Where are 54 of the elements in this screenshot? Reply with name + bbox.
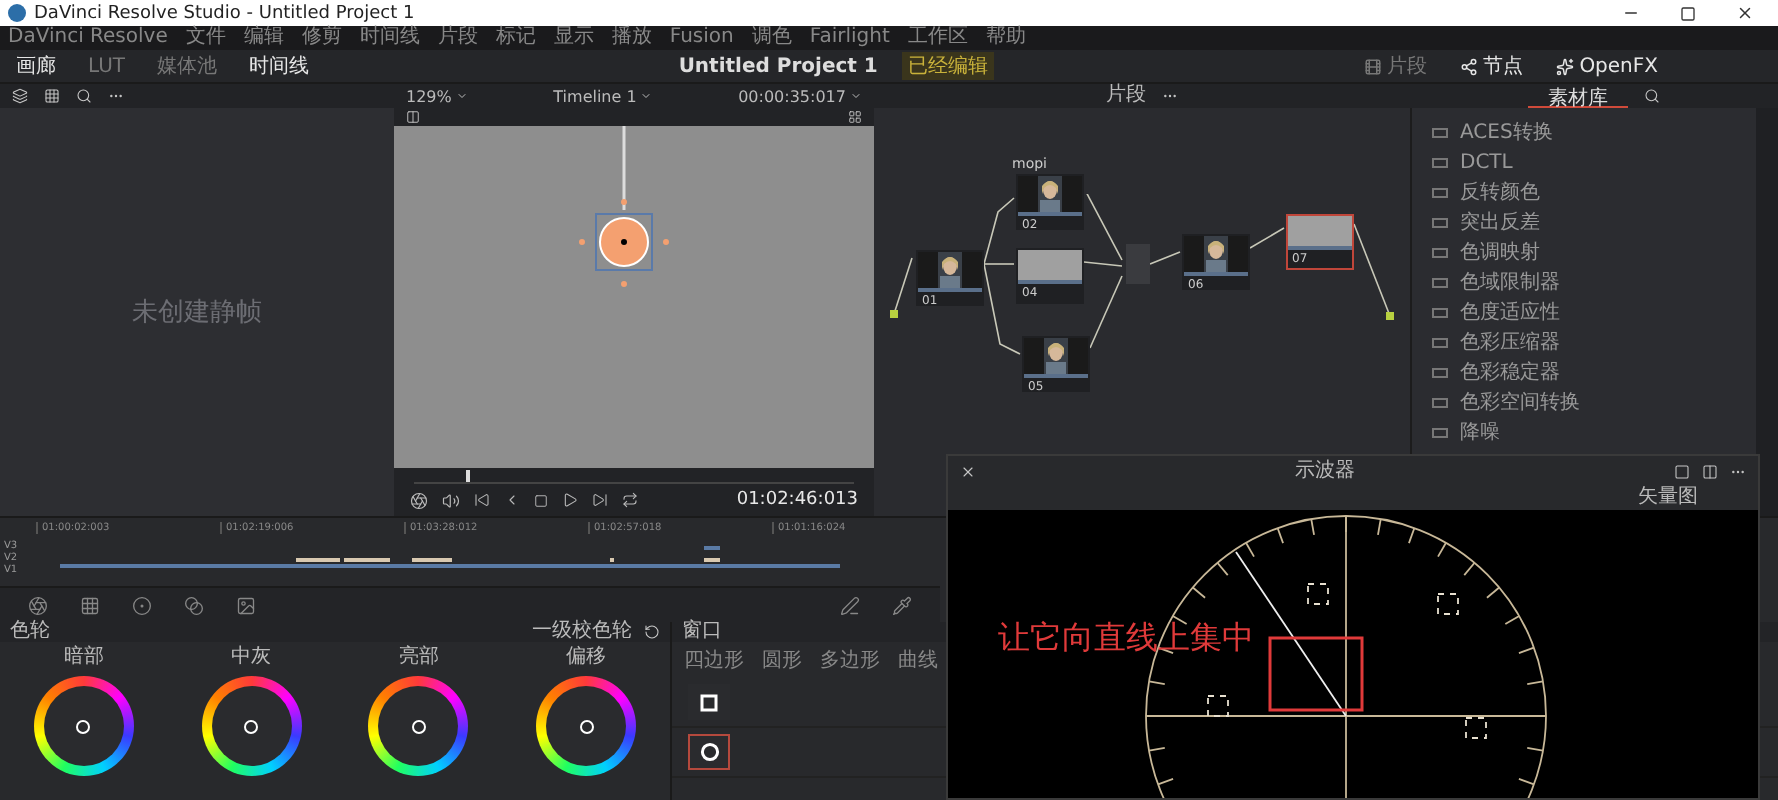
page-tab[interactable]: 节点 <box>1455 52 1528 80</box>
scope-title: 示波器 <box>1295 461 1355 481</box>
playhead-timecode: 01:02:46:013 <box>736 490 858 510</box>
effect-list-item[interactable]: DCTL <box>1424 150 1744 176</box>
menu-item[interactable]: 文件 <box>185 28 226 48</box>
edit-status: 已经编辑 <box>901 52 994 80</box>
wheel-label: 亮部 <box>398 648 439 668</box>
menu-item[interactable]: 工作区 <box>907 28 968 48</box>
effect-list-item[interactable]: 降噪 <box>1424 420 1744 446</box>
timecode-dropdown[interactable]: 00:00:35:017 <box>738 87 862 105</box>
page-tab[interactable]: 画廊 <box>12 52 60 80</box>
effect-list-item[interactable]: 反转颜色 <box>1424 180 1744 206</box>
node-mode-dropdown[interactable]: 片段 <box>1106 86 1146 106</box>
zoom-dropdown[interactable]: 129% <box>406 87 468 105</box>
menu-item[interactable]: DaVinci Resolve <box>8 28 168 48</box>
effect-list-item[interactable]: 色域限制器 <box>1424 270 1744 296</box>
window-tool-button[interactable]: 圆形 <box>762 646 802 674</box>
panel-title: 色轮 <box>10 622 50 642</box>
menu-item[interactable]: 片段 <box>437 28 478 48</box>
menu-item[interactable]: 播放 <box>611 28 652 48</box>
effect-list-item[interactable]: 色度适应性 <box>1424 300 1744 326</box>
menu-item[interactable]: Fairlight <box>809 28 890 48</box>
window-tool-button[interactable]: 曲线 <box>898 646 938 674</box>
empty-gallery-message: 未创建静帧 <box>132 296 262 330</box>
page-tab[interactable]: OpenFX <box>1551 55 1662 77</box>
effect-list-item[interactable]: 突出反差 <box>1424 210 1744 236</box>
panel-title: 窗口 <box>682 622 722 642</box>
menu-item[interactable]: 标记 <box>495 28 536 48</box>
menu-item[interactable]: 修剪 <box>301 28 342 48</box>
menu-item[interactable]: Fusion <box>669 28 734 48</box>
page-tab[interactable]: 时间线 <box>245 52 314 80</box>
window-title: DaVinci Resolve Studio - Untitled Project 1 <box>34 3 417 23</box>
timeline-dropdown[interactable]: Timeline 1 <box>553 87 653 105</box>
effect-list-item[interactable]: ACES转换 <box>1424 120 1744 146</box>
wheel-mode-dropdown[interactable]: 一级校色轮 <box>532 622 632 642</box>
wheel-label: 暗部 <box>63 648 104 668</box>
effect-list-item[interactable]: 色调映射 <box>1424 240 1744 266</box>
scope-mode-dropdown[interactable]: 矢量图 <box>1638 488 1698 508</box>
menu-item[interactable]: 编辑 <box>243 28 284 48</box>
menu-item[interactable]: 帮助 <box>985 28 1026 48</box>
page-tab[interactable]: 片段 <box>1359 52 1432 80</box>
project-name: Untitled Project 1 <box>678 55 878 77</box>
effect-list-item[interactable]: 色彩压缩器 <box>1424 330 1744 356</box>
effect-list-item[interactable]: 色彩稳定器 <box>1424 360 1744 386</box>
menu-item[interactable]: 显示 <box>553 28 594 48</box>
wheel-label: 偏移 <box>566 648 607 668</box>
page-tab[interactable]: 媒体池 <box>153 52 222 80</box>
window-tool-button[interactable]: 多边形 <box>820 646 880 674</box>
effect-list-item[interactable]: 色彩空间转换 <box>1424 390 1744 416</box>
window-tool-button[interactable]: 四边形 <box>684 646 744 674</box>
menu-item[interactable]: 时间线 <box>359 28 420 48</box>
menu-item[interactable]: 调色 <box>751 28 792 48</box>
wheel-label: 中灰 <box>231 648 272 668</box>
page-tab[interactable]: LUT <box>84 55 130 77</box>
